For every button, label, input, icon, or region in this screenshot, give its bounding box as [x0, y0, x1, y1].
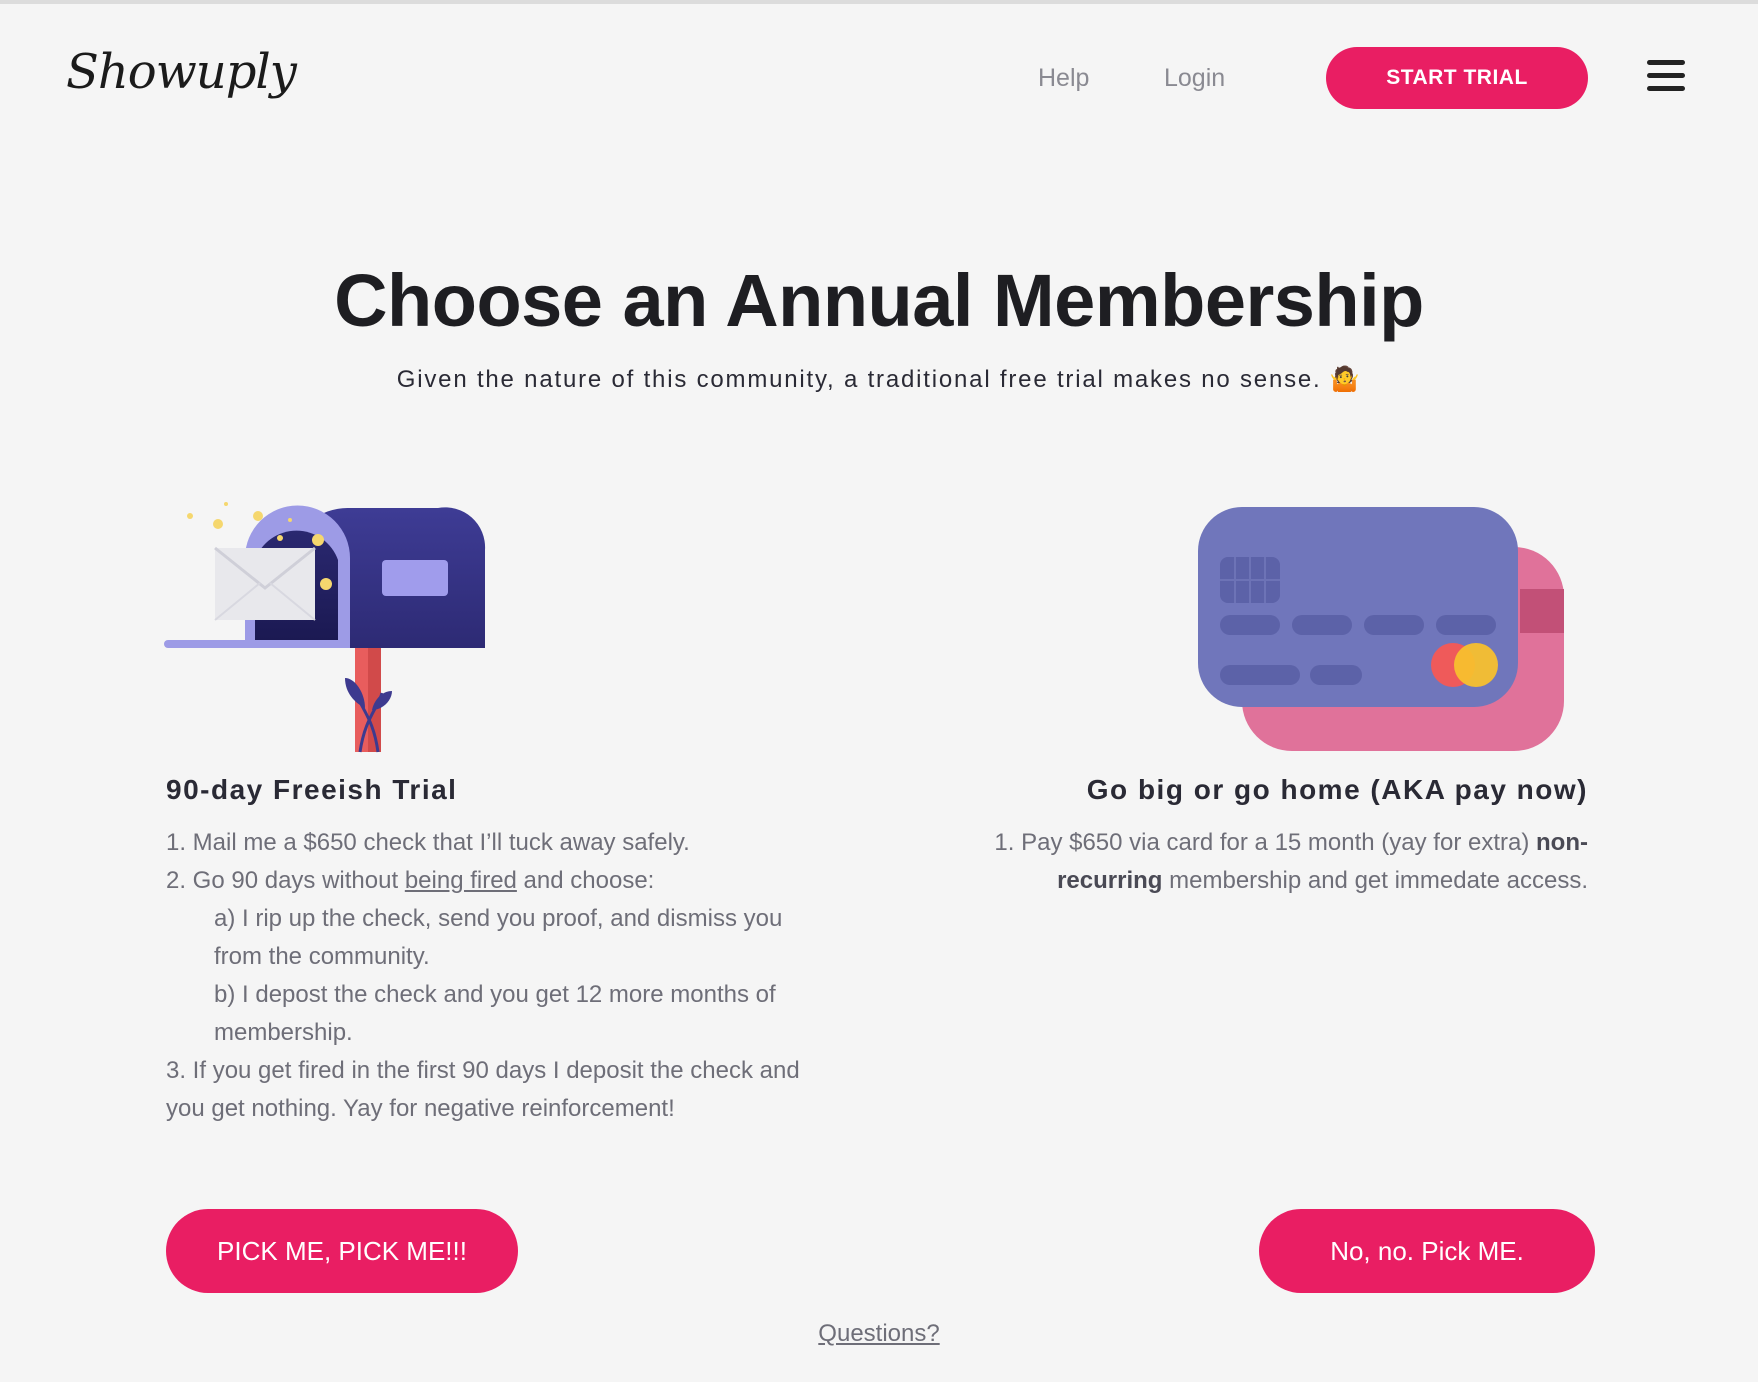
- trial-step-3: 3. If you get fired in the first 90 days…: [166, 1057, 800, 1122]
- being-fired-link[interactable]: being fired: [405, 867, 517, 894]
- credit-card-illustration: [1198, 507, 1564, 751]
- page-subtitle: Given the nature of this community, a tr…: [0, 365, 1758, 394]
- hamburger-menu-icon[interactable]: [1647, 60, 1687, 94]
- trial-step-2-text: 2. Go 90 days without: [166, 867, 405, 894]
- trial-option-b: b) I depost the check and you get 12 mor…: [214, 981, 776, 1046]
- pay-now-plan-title: Go big or go home (AKA pay now): [1086, 774, 1588, 805]
- trial-step-2-text-end: and choose:: [516, 867, 655, 894]
- questions-link[interactable]: Questions?: [0, 1320, 1758, 1348]
- pick-trial-button[interactable]: PICK ME, PICK ME!!!: [166, 1209, 518, 1293]
- mailbox-illustration: [164, 502, 486, 753]
- start-trial-button[interactable]: START TRIAL: [1326, 47, 1588, 109]
- pay-now-step-1-text: 1. Pay $650 via card for a 15 month (yay…: [994, 829, 1530, 856]
- subtitle-text: Given the nature of this community, a tr…: [396, 366, 1322, 393]
- pick-pay-now-button[interactable]: No, no. Pick ME.: [1259, 1209, 1595, 1293]
- trial-step-2: 2. Go 90 days without being fired and ch…: [166, 862, 826, 900]
- logo[interactable]: Showuply: [66, 44, 297, 100]
- trial-option-a: a) I rip up the check, send you proof, a…: [214, 905, 783, 970]
- pay-now-step-1-text-end: membership and get immedate access.: [1162, 867, 1588, 894]
- trial-plan-description: 1. Mail me a $650 check that I’ll tuck a…: [166, 824, 826, 1128]
- page-title: Choose an Annual Membership: [334, 259, 1424, 342]
- top-divider: [0, 0, 1758, 4]
- shrug-emoji: 🤷: [1329, 366, 1362, 393]
- trial-step-1: 1. Mail me a $650 check that I’ll tuck a…: [166, 829, 690, 856]
- nav-login-link[interactable]: Login: [1164, 64, 1225, 93]
- nav-help-link[interactable]: Help: [1038, 64, 1089, 93]
- trial-plan-title: 90-day Freeish Trial: [166, 774, 458, 805]
- pay-now-plan-description: 1. Pay $650 via card for a 15 month (yay…: [968, 824, 1588, 900]
